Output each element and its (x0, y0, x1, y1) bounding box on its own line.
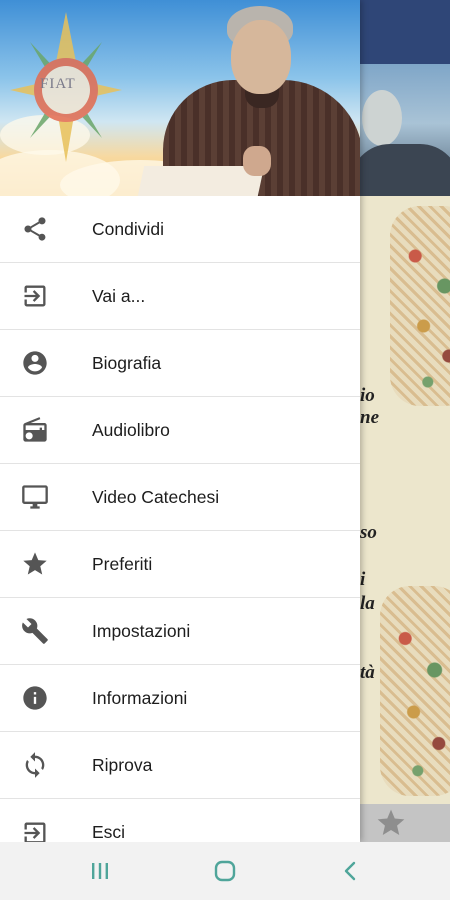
page-text-fragment: tà (360, 662, 375, 683)
system-navigation-bar (0, 842, 450, 900)
home-button[interactable] (210, 857, 240, 885)
menu-item-audiolibro[interactable]: Audiolibro (0, 397, 360, 464)
menu-item-label: Informazioni (92, 687, 188, 708)
recent-apps-button[interactable] (85, 857, 115, 885)
menu-item-label: Preferiti (92, 553, 153, 574)
menu-item-label: Condividi (92, 218, 164, 239)
back-button[interactable] (336, 857, 366, 885)
menu-item-biografia[interactable]: Biografia (0, 330, 360, 397)
menu-item-label: Esci (92, 822, 126, 842)
app-toolbar (360, 0, 450, 64)
menu-item-esci[interactable]: Esci (0, 799, 360, 842)
app-bottom-bar (360, 804, 450, 842)
wrench-icon (20, 616, 50, 646)
ornament-top (390, 206, 450, 406)
menu-item-informazioni[interactable]: Informazioni (0, 665, 360, 732)
menu-item-riprova[interactable]: Riprova (0, 732, 360, 799)
account-circle-icon (20, 348, 50, 378)
page-text-fragment: io (360, 385, 375, 406)
login-icon (20, 281, 50, 311)
menu-item-vai-a[interactable]: Vai a... (0, 263, 360, 330)
radio-icon (20, 415, 50, 445)
portrait-photo (135, 0, 360, 196)
menu-item-condividi[interactable]: Condividi (0, 196, 360, 263)
star-icon (20, 549, 50, 579)
ornament-bottom (380, 586, 450, 796)
menu-item-label: Vai a... (92, 285, 146, 306)
page-text-fragment: i (360, 569, 366, 590)
drawer-menu: Condividi Vai a... Biografia Audiolibro … (0, 196, 360, 842)
menu-item-label: Biografia (92, 352, 162, 373)
star-icon[interactable] (374, 807, 408, 839)
page-text-fragment: so (360, 522, 377, 543)
monitor-icon (20, 482, 50, 512)
exit-icon (20, 818, 50, 842)
back-icon (344, 861, 356, 881)
book-page: io ne so i la tà (360, 196, 450, 804)
menu-item-label: Riprova (92, 754, 153, 775)
menu-item-label: Video Catechesi (92, 486, 220, 507)
menu-item-impostazioni[interactable]: Impostazioni (0, 598, 360, 665)
page-text-fragment: ne (360, 407, 379, 428)
menu-item-preferiti[interactable]: Preferiti (0, 531, 360, 598)
app-header-photo (360, 64, 450, 196)
menu-item-video-catechesi[interactable]: Video Catechesi (0, 464, 360, 531)
refresh-icon (20, 750, 50, 780)
recent-apps-icon (92, 863, 108, 879)
share-icon (20, 214, 50, 244)
menu-item-label: Audiolibro (92, 419, 170, 440)
menu-item-label: Impostazioni (92, 620, 191, 641)
home-icon (214, 860, 236, 882)
fiat-logo-text: FIAT (40, 76, 76, 92)
page-text-fragment: la (360, 593, 375, 614)
drawer-header-image: FIAT (0, 0, 360, 196)
navigation-drawer: FIAT Condividi Vai a... Biografia Audiol… (0, 0, 360, 842)
info-icon (20, 683, 50, 713)
